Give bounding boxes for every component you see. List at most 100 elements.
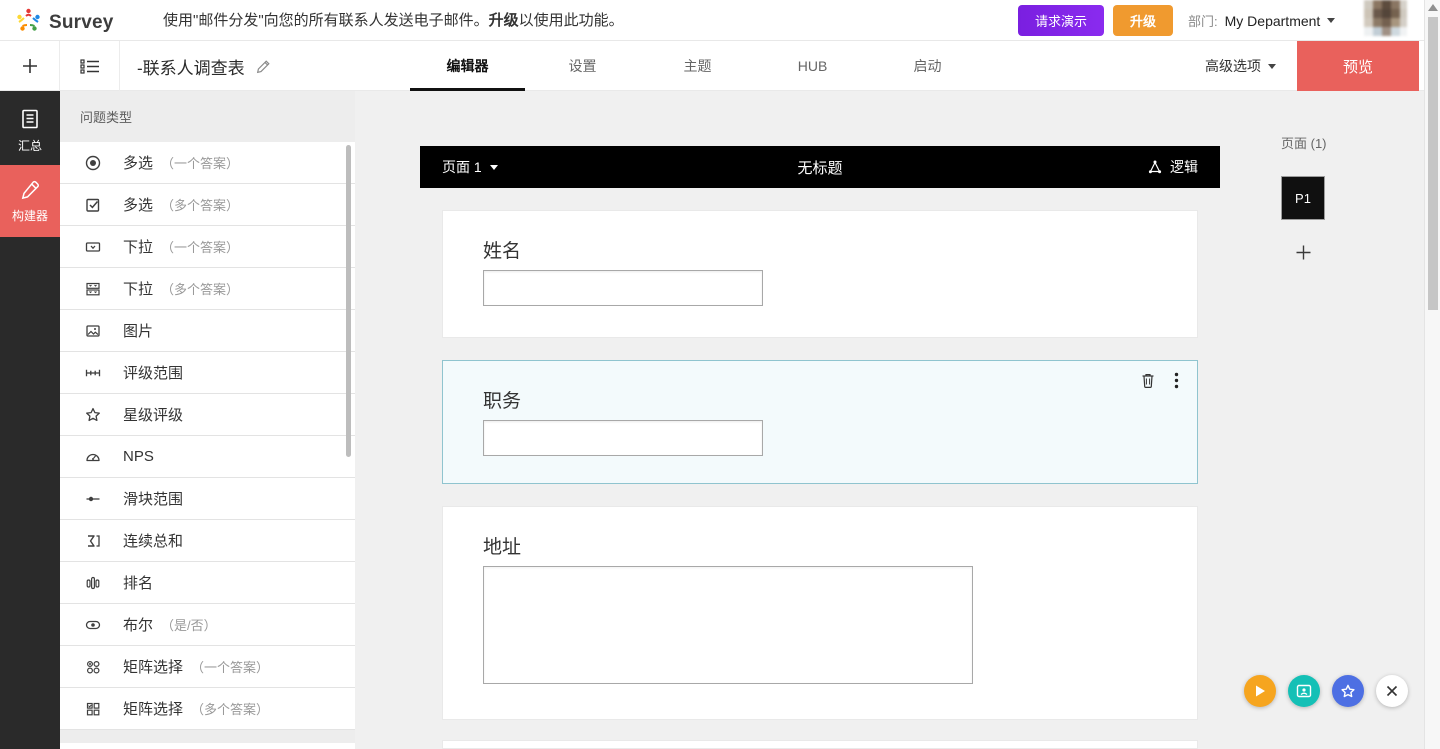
question-card-address[interactable]: 地址 xyxy=(442,506,1198,720)
scroll-up-arrow-icon[interactable] xyxy=(1428,4,1438,11)
question-card-partial[interactable] xyxy=(442,740,1198,749)
logic-button[interactable]: 逻辑 xyxy=(1147,157,1198,177)
app-logo[interactable]: Survey xyxy=(15,7,114,39)
qtype-dropdown-multi[interactable]: 下拉 （多个答案） xyxy=(60,268,355,310)
qtype-star-rating[interactable]: 星级评级 xyxy=(60,394,355,436)
banner-upgrade-link[interactable]: 升级 xyxy=(489,12,519,29)
qtype-label: NPS xyxy=(123,448,154,465)
qtype-label: 多选 xyxy=(123,194,153,215)
qtype-rating-scale[interactable]: 评级范围 xyxy=(60,352,355,394)
plus-icon xyxy=(1295,244,1312,261)
qtype-nps[interactable]: NPS xyxy=(60,436,355,478)
request-demo-button[interactable]: 请求演示 xyxy=(1018,5,1104,36)
question-text-input[interactable] xyxy=(483,270,763,306)
qtype-label: 图片 xyxy=(123,320,153,341)
app-window: Survey 使用"邮件分发"向您的所有联系人发送电子邮件。升级以使用此功能。 … xyxy=(0,0,1440,749)
new-survey-button[interactable] xyxy=(0,41,60,91)
question-label: 职务 xyxy=(483,386,521,413)
qtype-matrix-single[interactable]: 矩阵选择 （一个答案） xyxy=(60,646,355,688)
form-view-button[interactable] xyxy=(1288,675,1320,707)
rail-item-summary[interactable]: 汇总 xyxy=(0,95,60,165)
qtype-hint: （多个答案） xyxy=(161,195,239,214)
builder-pencil-icon xyxy=(19,179,41,201)
question-more-options-kebab-icon[interactable] xyxy=(1167,371,1185,389)
close-button[interactable] xyxy=(1376,675,1408,707)
upgrade-button[interactable]: 升级 xyxy=(1113,5,1173,36)
dropdown-icon xyxy=(84,238,102,256)
qtype-image[interactable]: 图片 xyxy=(60,310,355,352)
page-thumbnail-p1[interactable]: P1 xyxy=(1281,176,1325,220)
survey-title[interactable]: -联系人调查表 xyxy=(137,54,245,79)
form-window-icon xyxy=(1296,684,1312,698)
qtype-label: 下拉 xyxy=(123,278,153,299)
rail-item-builder[interactable]: 构建器 xyxy=(0,165,60,237)
logo-text: Survey xyxy=(49,12,114,34)
qtype-label: 星级评级 xyxy=(123,404,183,425)
chevron-down-icon xyxy=(1268,64,1276,69)
gauge-icon xyxy=(84,448,102,466)
page-scrollbar[interactable] xyxy=(1424,0,1440,749)
qtype-label: 矩阵选择 xyxy=(123,656,183,677)
star-icon xyxy=(1340,684,1356,699)
qtype-hint: （一个答案） xyxy=(191,657,269,676)
banner-text: 使用"邮件分发"向您的所有联系人发送电子邮件。 xyxy=(163,12,489,29)
editor-canvas: 页面 1 无标题 逻辑 姓名 xyxy=(355,91,1424,749)
floating-action-buttons xyxy=(1244,675,1408,707)
question-card-jobtitle[interactable]: 职务 xyxy=(442,360,1198,484)
tab-editor[interactable]: 编辑器 xyxy=(410,41,525,91)
scrollbar-thumb[interactable] xyxy=(1428,17,1438,310)
advanced-options-dropdown[interactable]: 高级选项 xyxy=(1205,41,1276,91)
department-value: My Department xyxy=(1225,13,1321,29)
main-tabs: 编辑器 设置 主题 HUB 启动 xyxy=(410,41,985,91)
rail-builder-label: 构建器 xyxy=(12,207,48,224)
qtype-multiple-choice-multi[interactable]: 多选 （多个答案） xyxy=(60,184,355,226)
play-icon xyxy=(1254,684,1266,698)
qtype-hint: （是/否） xyxy=(161,615,217,634)
ranking-icon xyxy=(84,574,102,592)
qtype-label: 多选 xyxy=(123,152,153,173)
tab-settings[interactable]: 设置 xyxy=(525,41,640,91)
question-textarea-input[interactable] xyxy=(483,566,973,684)
chevron-down-icon xyxy=(1327,18,1335,23)
qtype-slider-range[interactable]: 滑块范围 xyxy=(60,478,355,520)
qtype-ranking[interactable]: 排名 xyxy=(60,562,355,604)
favorite-button[interactable] xyxy=(1332,675,1364,707)
tab-theme[interactable]: 主题 xyxy=(640,41,755,91)
logo-people-icon xyxy=(15,7,42,39)
survey-list-button[interactable] xyxy=(60,41,120,91)
qtype-matrix-multi[interactable]: 矩阵选择 （多个答案） xyxy=(60,688,355,730)
question-card-name[interactable]: 姓名 xyxy=(442,210,1198,338)
tab-hub[interactable]: HUB xyxy=(755,41,870,91)
slider-icon xyxy=(84,490,102,508)
qtype-boolean[interactable]: 布尔 （是/否） xyxy=(60,604,355,646)
edit-title-pencil-icon[interactable] xyxy=(255,57,273,75)
question-label: 地址 xyxy=(483,532,521,559)
page-title-untitled[interactable]: 无标题 xyxy=(420,157,1220,178)
logic-label: 逻辑 xyxy=(1170,157,1198,177)
qtype-label: 评级范围 xyxy=(123,362,183,383)
preview-button[interactable]: 预览 xyxy=(1297,41,1419,91)
page-selector-dropdown[interactable]: 页面 1 xyxy=(442,157,498,177)
user-avatar[interactable] xyxy=(1364,0,1407,36)
delete-question-trash-icon[interactable] xyxy=(1139,371,1157,389)
qtype-next-row-partial xyxy=(60,743,355,749)
qtype-multiple-choice-single[interactable]: 多选 （一个答案） xyxy=(60,142,355,184)
matrix-check-icon xyxy=(84,700,102,718)
qtype-hint: （多个答案） xyxy=(191,699,269,718)
department-selector[interactable]: 部门: My Department xyxy=(1188,0,1335,41)
tab-launch[interactable]: 启动 xyxy=(870,41,985,91)
question-types-header: 问题类型 xyxy=(60,91,355,142)
upgrade-banner: 使用"邮件分发"向您的所有联系人发送电子邮件。升级以使用此功能。 xyxy=(163,0,624,41)
question-label: 姓名 xyxy=(483,236,521,263)
run-preview-button[interactable] xyxy=(1244,675,1276,707)
chevron-down-icon xyxy=(490,165,498,170)
question-text-input[interactable] xyxy=(483,420,763,456)
star-icon xyxy=(84,406,102,424)
question-panel-scrollbar[interactable] xyxy=(346,145,351,457)
qtype-dropdown-single[interactable]: 下拉 （一个答案） xyxy=(60,226,355,268)
qtype-label: 下拉 xyxy=(123,236,153,257)
radio-icon xyxy=(84,154,102,172)
add-page-button[interactable] xyxy=(1288,237,1318,267)
qtype-constant-sum[interactable]: 连续总和 xyxy=(60,520,355,562)
page-selector-label: 页面 1 xyxy=(442,157,482,177)
